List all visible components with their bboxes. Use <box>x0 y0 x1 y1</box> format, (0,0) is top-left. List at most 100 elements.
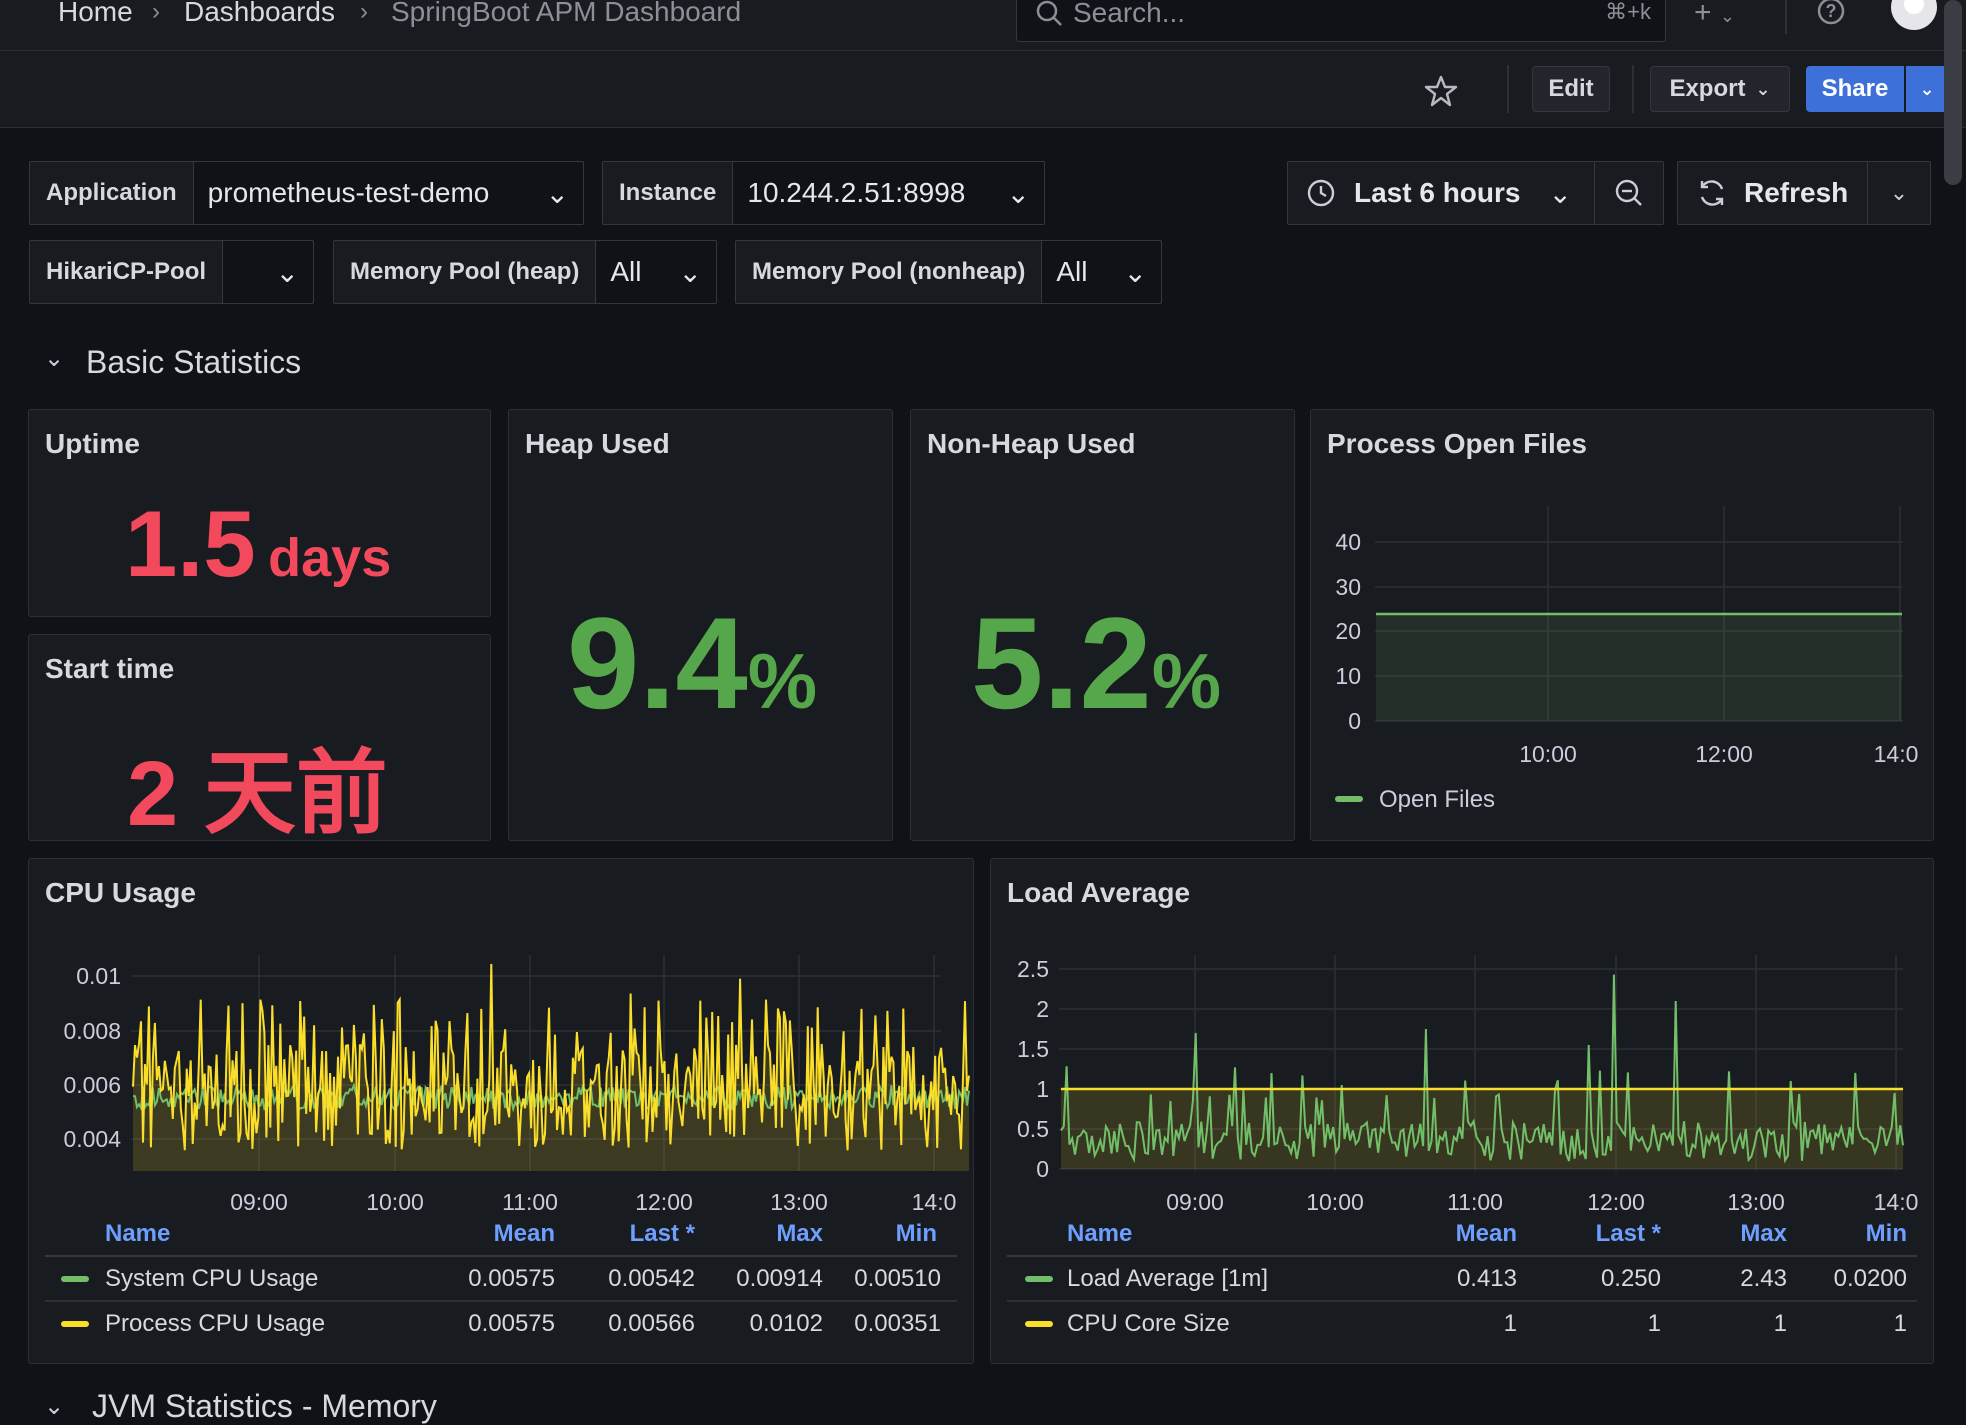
x-tick: 10:00 <box>366 1189 424 1215</box>
legend-max: 0.0102 <box>749 1310 823 1337</box>
time-range-picker[interactable]: Last 6 hours ⌄ <box>1287 161 1664 225</box>
search-placeholder: Search... <box>1073 0 1186 28</box>
col-name[interactable]: Name <box>1067 1220 1132 1248</box>
chevron-down-icon: ⌄ <box>275 256 299 288</box>
panel-title: Uptime <box>45 428 140 459</box>
legend-row-name[interactable]: System CPU Usage <box>105 1265 318 1293</box>
legend-row-name[interactable]: Process CPU Usage <box>105 1310 325 1338</box>
col-mean[interactable]: Mean <box>494 1220 555 1248</box>
panel-title: Start time <box>45 653 175 684</box>
edit-button[interactable]: Edit <box>1532 66 1610 112</box>
legend-open-files[interactable]: Open Files <box>1379 786 1495 813</box>
start-time-value: 2 天前 <box>127 743 388 845</box>
panel-process-open-files[interactable]: Process Open Files 40 30 20 10 0 10:00 1… <box>1310 409 1934 841</box>
x-tick: 09:00 <box>230 1189 288 1215</box>
panel-start-time[interactable]: Start time 2 天前 <box>28 634 491 845</box>
share-options-button[interactable]: ⌄ <box>1906 66 1948 112</box>
variable-label: Memory Pool (heap) <box>334 241 597 303</box>
panel-cpu-usage[interactable]: CPU Usage 0.01 0.008 0.006 0.004 09:00 1… <box>28 858 974 1364</box>
y-tick: 30 <box>1335 574 1361 600</box>
col-max[interactable]: Max <box>776 1220 823 1248</box>
breadcrumb-dashboards[interactable]: Dashboards <box>184 0 335 28</box>
refresh-interval-button[interactable]: ⌄ <box>1867 162 1930 224</box>
variable-hikaricp-pool[interactable]: HikariCP-Pool ⌄ <box>29 240 314 304</box>
export-button[interactable]: Export ⌄ <box>1650 66 1790 112</box>
col-last[interactable]: Last * <box>1596 1220 1661 1248</box>
heap-unit: % <box>747 637 818 725</box>
add-new-button[interactable]: + ⌄ <box>1694 0 1735 30</box>
y-tick: 0.008 <box>63 1018 121 1044</box>
x-tick: 12:00 <box>1695 741 1753 767</box>
open-files-chart: 40 30 20 10 0 10:00 12:00 14:0 Open File… <box>1335 506 1919 813</box>
legend-swatch <box>61 1321 89 1327</box>
legend-last: 0.00542 <box>608 1265 695 1292</box>
y-tick: 0 <box>1036 1156 1049 1182</box>
y-tick: 0 <box>1348 708 1361 734</box>
variable-application[interactable]: Application prometheus-test-demo ⌄ <box>29 161 584 225</box>
col-min[interactable]: Min <box>1866 1220 1907 1248</box>
share-button[interactable]: Share <box>1806 66 1904 112</box>
search-input[interactable]: Search... ⌘+k <box>1016 0 1666 42</box>
divider <box>1007 1300 1917 1302</box>
legend-swatch <box>61 1276 89 1282</box>
refresh-button[interactable]: Refresh <box>1678 162 1867 224</box>
legend-mean: 1 <box>1503 1310 1517 1337</box>
row-collapse-toggle[interactable]: ⌄ <box>44 1392 64 1421</box>
star-icon[interactable] <box>1424 74 1458 108</box>
x-tick: 14:0 <box>1874 741 1919 767</box>
time-range-label: Last 6 hours <box>1354 177 1521 208</box>
avatar-head <box>1904 0 1924 14</box>
breadcrumb-current: SpringBoot APM Dashboard <box>391 0 742 27</box>
variable-value: All <box>610 256 642 287</box>
col-max[interactable]: Max <box>1740 1220 1787 1248</box>
panel-title: Heap Used <box>525 428 670 459</box>
chevron-down-icon: ⌄ <box>44 345 65 372</box>
legend-row-name[interactable]: CPU Core Size <box>1067 1310 1230 1338</box>
chevron-down-icon: ⌄ <box>1123 256 1147 288</box>
panel-load-average[interactable]: Load Average 2.5 2 1.5 1 0.5 0 09:00 10:… <box>990 858 1934 1364</box>
legend-min: 1 <box>1893 1310 1907 1337</box>
variable-memory-pool-nonheap[interactable]: Memory Pool (nonheap) All ⌄ <box>735 240 1162 304</box>
y-tick: 2.5 <box>1017 956 1049 982</box>
clock-icon <box>1307 179 1335 207</box>
panel-uptime[interactable]: Uptime 1.5 days <box>28 409 491 617</box>
refresh-picker[interactable]: Refresh ⌄ <box>1677 161 1931 225</box>
uptime-number: 1.5 <box>125 491 256 596</box>
legend-row-name[interactable]: Load Average [1m] <box>1067 1265 1268 1293</box>
panel-non-heap-used[interactable]: Non-Heap Used 5.2% <box>910 409 1295 841</box>
legend-swatch <box>1025 1276 1053 1282</box>
x-tick: 12:00 <box>1587 1189 1645 1215</box>
zoom-out-button[interactable] <box>1594 162 1663 224</box>
chevron-down-icon: ⌄ <box>1919 78 1935 99</box>
breadcrumb-separator-icon: › <box>152 0 160 25</box>
nonheap-number: 5.2 <box>971 590 1152 736</box>
col-last[interactable]: Last * <box>630 1220 695 1248</box>
legend-mean: 0.00575 <box>468 1265 555 1292</box>
variable-instance[interactable]: Instance 10.244.2.51:8998 ⌄ <box>602 161 1045 225</box>
row-title-basic-statistics[interactable]: Basic Statistics <box>86 344 301 381</box>
col-name[interactable]: Name <box>105 1220 170 1248</box>
panel-title: Non-Heap Used <box>927 428 1136 459</box>
y-tick: 1.5 <box>1017 1036 1049 1062</box>
x-tick: 10:00 <box>1306 1189 1364 1215</box>
stat-value: 9.4% <box>567 588 817 738</box>
legend-last: 0.250 <box>1600 1265 1661 1292</box>
variable-label: Application <box>30 162 194 224</box>
breadcrumb-home[interactable]: Home <box>58 0 133 28</box>
panel-heap-used[interactable]: Heap Used 9.4% <box>508 409 893 841</box>
variable-memory-pool-heap[interactable]: Memory Pool (heap) All ⌄ <box>333 240 717 304</box>
help-icon[interactable]: ? <box>1816 0 1846 26</box>
row-title-jvm-memory[interactable]: JVM Statistics - Memory <box>92 1388 437 1425</box>
avatar[interactable] <box>1891 0 1937 30</box>
legend-min: 0.00510 <box>854 1265 941 1292</box>
x-tick: 12:00 <box>635 1189 693 1215</box>
page-scrollbar[interactable] <box>1944 0 1962 185</box>
core-size-area <box>1061 1089 1903 1169</box>
divider <box>45 1255 957 1257</box>
stat-value: 5.2% <box>971 588 1221 738</box>
chevron-down-icon: ⌄ <box>1006 177 1030 209</box>
row-collapse-toggle[interactable]: ⌄ <box>44 344 64 373</box>
col-mean[interactable]: Mean <box>1456 1220 1517 1248</box>
col-min[interactable]: Min <box>896 1220 937 1248</box>
chevron-down-icon: ⌄ <box>1755 78 1771 99</box>
